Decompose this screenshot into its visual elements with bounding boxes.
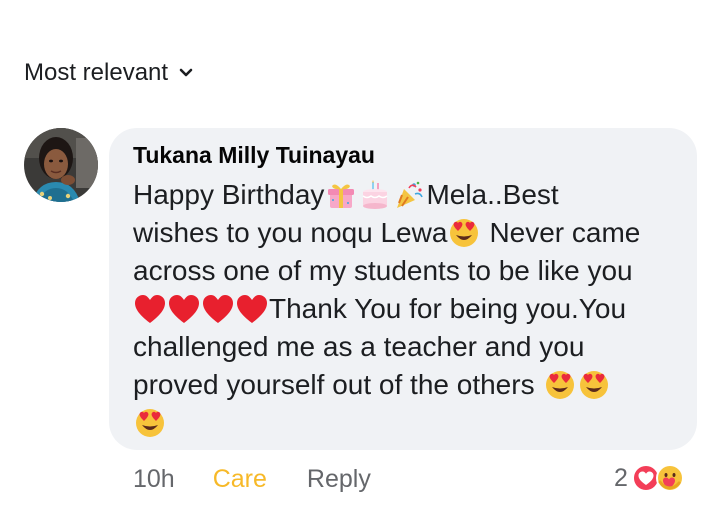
comment-timestamp[interactable]: 10h — [133, 465, 175, 494]
comment-text-segment: proved yourself out of the others — [133, 369, 535, 400]
party-popper-icon — [392, 178, 426, 212]
heart-eyes-icon — [447, 216, 481, 250]
comment-text-segment: across one of my students to be like you — [133, 255, 633, 286]
sort-label: Most relevant — [24, 59, 169, 86]
comment-text-segment: Mela..Best — [426, 179, 559, 210]
comment-text-segment: Never came — [489, 217, 641, 248]
heart-eyes-icon — [577, 368, 611, 402]
red-heart-icon — [167, 292, 201, 326]
comment-line: Happy Birthday Mela..Best — [133, 176, 693, 214]
comment-text: Happy Birthday Mela..Best wishes to you … — [133, 176, 693, 442]
comment-text-segment: challenged me as a teacher and you — [133, 331, 585, 362]
comment-line — [133, 404, 693, 442]
reply-button[interactable]: Reply — [307, 465, 371, 494]
care-reaction-icon — [655, 464, 684, 492]
comment-text-segment: wishes to you noqu Lewa — [133, 217, 448, 248]
heart-eyes-icon — [543, 368, 577, 402]
comment-line: wishes to you noqu Lewa Never came — [133, 214, 693, 252]
comment-text-segment: Thank You for being you.You — [269, 293, 627, 324]
gift-icon — [324, 178, 358, 212]
avatar[interactable] — [24, 128, 98, 202]
comment-line: Thank You for being you.You — [133, 290, 693, 328]
heart-eyes-icon — [133, 406, 167, 440]
chevron-down-icon — [178, 65, 194, 81]
reaction-count: 2 — [614, 463, 628, 492]
red-heart-icon — [133, 292, 167, 326]
care-reaction-button[interactable]: Care — [213, 465, 267, 494]
comment-actions: 10h Care Reply — [133, 461, 371, 497]
birthday-cake-icon — [358, 178, 392, 212]
comment-text-segment: Happy Birthday — [133, 179, 325, 210]
comment-line: proved yourself out of the others — [133, 366, 693, 404]
sort-dropdown[interactable]: Most relevant — [24, 56, 194, 90]
red-heart-icon — [235, 292, 269, 326]
comment-line: challenged me as a teacher and you — [133, 328, 693, 366]
red-heart-icon — [201, 292, 235, 326]
reaction-summary[interactable]: 2 — [614, 460, 684, 496]
comment-bubble: Tukana Milly Tuinayau Happy Birthday Mel… — [109, 128, 697, 450]
comment-line: across one of my students to be like you — [133, 252, 693, 290]
comment-author[interactable]: Tukana Milly Tuinayau — [133, 142, 375, 169]
